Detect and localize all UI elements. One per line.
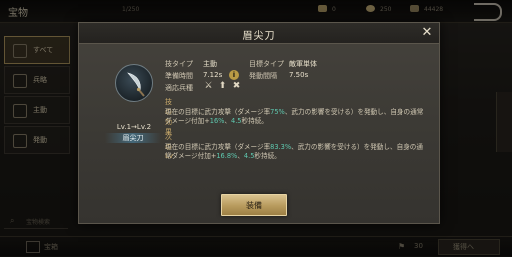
- level-range: Lv.1→Lv.2: [116, 123, 152, 131]
- target-type-value: 敵軍単体: [289, 60, 317, 68]
- info-icon[interactable]: i: [229, 70, 239, 80]
- equip-button-label: 装備: [246, 201, 262, 210]
- skill-type-label: 技タイプ: [165, 60, 193, 68]
- weapon-name-plate: 眉尖刀: [105, 133, 161, 143]
- weapon-name: 眉尖刀: [122, 134, 144, 142]
- arms-label: 適応兵種: [165, 84, 193, 92]
- prep-time-label: 準備時間: [165, 72, 193, 80]
- skill-type-value: 主動: [203, 60, 217, 68]
- dialog-header: 眉尖刀 ✕: [79, 23, 439, 44]
- glaive-icon: [115, 64, 153, 102]
- crossed-swords-icon: ⚔: [204, 81, 213, 91]
- treasure-detail-dialog: 眉尖刀 ✕ Lv.1→Lv.2 眉尖刀 技タイプ 主動 目標タイプ 敵軍単体 準…: [78, 22, 440, 224]
- next-level-description: 現在の目標に武力攻撃（ダメージ率83.3%、武力の影響を受ける）を発動し、自身の…: [165, 143, 423, 160]
- bow-icon: ✖: [232, 81, 241, 91]
- dialog-title: 眉尖刀: [242, 31, 276, 42]
- equip-button[interactable]: 装備: [221, 194, 287, 216]
- prep-time-value: 7.12s: [203, 71, 223, 79]
- effect-description: 現在の目標に武力攻撃（ダメージ率75%、武力の影響を受ける）を発動し、自身の通常…: [165, 108, 424, 125]
- interval-value: 7.50s: [289, 71, 309, 79]
- close-icon[interactable]: ✕: [420, 26, 434, 40]
- spear-icon: ⬆: [218, 81, 227, 91]
- interval-label: 発動間隔: [249, 72, 277, 80]
- target-type-label: 目標タイプ: [249, 60, 284, 68]
